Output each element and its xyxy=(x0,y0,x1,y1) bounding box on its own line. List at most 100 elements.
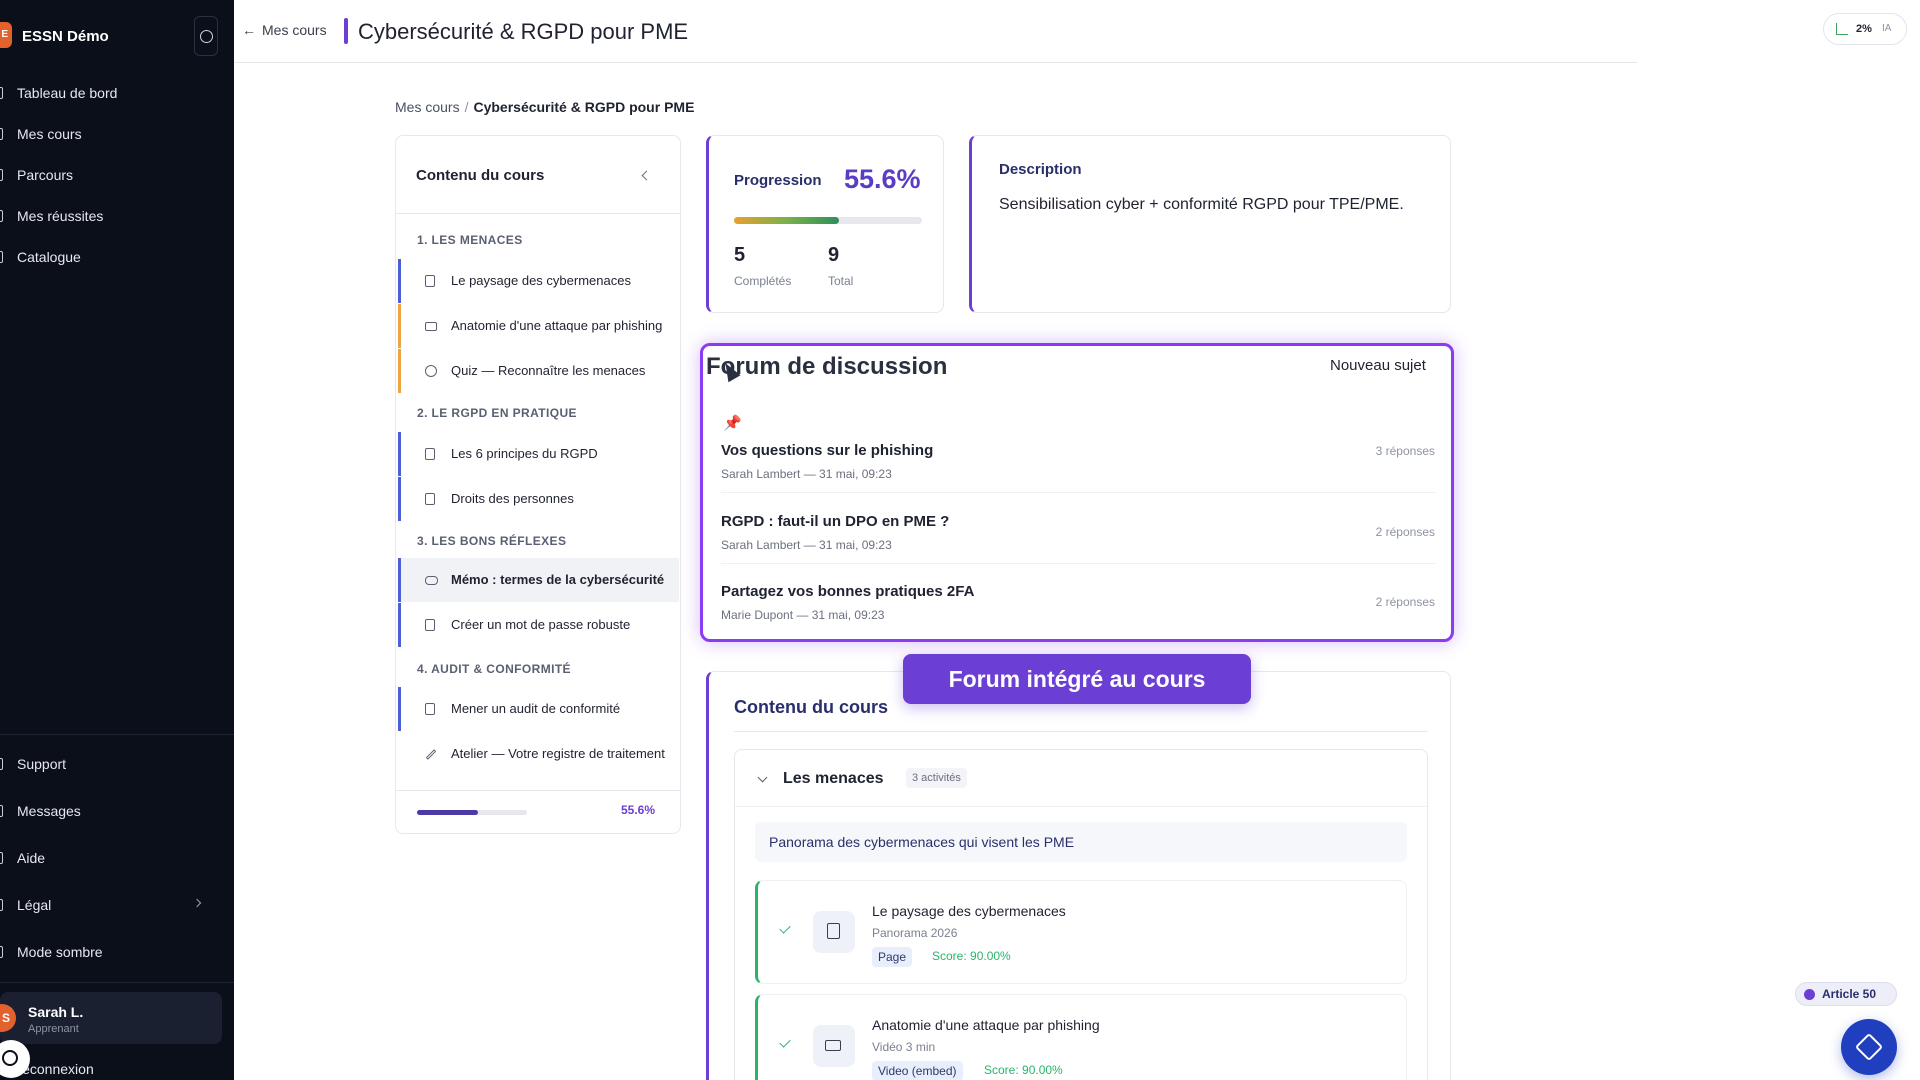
sidebar-item-support[interactable]: Support xyxy=(0,751,220,777)
forum-topic[interactable]: Partagez vos bonnes pratiques 2FA Marie … xyxy=(721,583,1435,653)
course-outline-title: Contenu du cours xyxy=(416,167,545,184)
sidebar-item-label: Support xyxy=(17,756,67,772)
completed-count: 5 xyxy=(734,244,746,266)
progress-bar-fill xyxy=(734,217,839,224)
ai-usage-badge[interactable]: 2% IA xyxy=(1823,13,1907,45)
outline-item[interactable]: Créer un mot de passe robuste xyxy=(398,603,679,647)
sidebar-divider xyxy=(0,734,234,735)
topic-title: RGPD : faut-il un DPO en PME ? xyxy=(721,513,950,530)
ai-assistant-button[interactable] xyxy=(1841,1019,1897,1075)
quiz-icon xyxy=(425,365,437,377)
sidebar-item-messages[interactable]: Messages xyxy=(0,798,220,824)
video-icon xyxy=(825,1040,841,1051)
sidebar-item-paths[interactable]: Parcours xyxy=(0,162,220,188)
sidebar-item-label: Légal xyxy=(17,897,52,913)
module-title: Les menaces xyxy=(783,770,884,787)
toggle-icon xyxy=(200,30,213,43)
chevron-down-icon xyxy=(757,772,768,783)
article-50-badge[interactable]: Article 50 xyxy=(1795,982,1897,1006)
title-accent-bar xyxy=(344,18,348,44)
description-text: Sensibilisation cyber + conformité RGPD … xyxy=(999,196,1404,213)
topic-meta: Marie Dupont — 31 mai, 09:23 xyxy=(721,608,885,622)
progress-card: Progression 55.6% 5 Complétés 9 Total xyxy=(706,135,944,313)
arrow-left-icon: ← xyxy=(242,22,256,38)
sidebar-item-legal[interactable]: Légal xyxy=(0,892,220,918)
sidebar-item-my-courses[interactable]: Mes cours xyxy=(0,121,220,147)
bar-chart-icon xyxy=(1836,23,1848,35)
topic-replies: 2 réponses xyxy=(1375,595,1435,609)
outline-item[interactable]: Anatomie d'une attaque par phishing xyxy=(398,304,679,348)
forum-topic[interactable]: RGPD : faut-il un DPO en PME ? Sarah Lam… xyxy=(721,513,1435,583)
forum-topic[interactable]: Vos questions sur le phishing Sarah Lamb… xyxy=(721,442,1435,512)
topic-divider xyxy=(721,563,1435,564)
sidebar-item-label: Catalogue xyxy=(17,249,81,265)
collapse-chevron-icon[interactable] xyxy=(641,170,652,181)
back-link-label: Mes cours xyxy=(262,22,327,38)
accessibility-icon xyxy=(2,1050,18,1066)
forum-title: Forum de discussion xyxy=(706,353,948,380)
outline-footer-divider xyxy=(396,790,680,791)
outline-item[interactable]: Quiz — Reconnaître les menaces xyxy=(398,349,679,393)
discussion-forum-card: Forum de discussion Nouveau sujet 📌 Vos … xyxy=(700,343,1454,642)
sidebar-item-catalog[interactable]: Catalogue xyxy=(0,244,220,270)
topic-replies: 2 réponses xyxy=(1375,525,1435,539)
total-count: 9 xyxy=(828,244,840,266)
chevron-right-icon xyxy=(192,898,202,908)
sidebar-item-dashboard[interactable]: Tableau de bord xyxy=(0,80,220,106)
sidebar-divider xyxy=(0,982,234,983)
section-heading: 1. LES MENACES xyxy=(417,233,523,247)
description-title: Description xyxy=(999,161,1082,178)
pencil-icon xyxy=(425,749,437,760)
sidebar-item-label: Mode sombre xyxy=(17,944,103,960)
outline-item-label: Le paysage des cybermenaces xyxy=(451,273,631,288)
back-to-courses-link[interactable]: ← Mes cours xyxy=(242,22,327,38)
page-icon xyxy=(425,275,435,287)
completed-label: Complétés xyxy=(734,274,792,288)
check-icon xyxy=(779,1036,791,1048)
section-heading: 2. LE RGPD EN PRATIQUE xyxy=(417,406,577,420)
module-accordion: Les menaces 3 activités Panorama des cyb… xyxy=(734,749,1428,1080)
ai-usage-percent: 2% xyxy=(1856,23,1872,35)
outline-item-label: Les 6 principes du RGPD xyxy=(451,446,598,461)
module-description: Panorama des cybermenaces qui visent les… xyxy=(755,822,1407,862)
ai-dot-icon xyxy=(1804,989,1815,1000)
breadcrumb-parent[interactable]: Mes cours xyxy=(395,99,460,115)
activity-score: Score: 90.00% xyxy=(984,1063,1063,1077)
sidebar-item-help[interactable]: Aide xyxy=(0,845,220,871)
check-icon xyxy=(779,922,791,934)
outline-item[interactable]: Les 6 principes du RGPD xyxy=(398,432,679,476)
ai-usage-label: IA xyxy=(1882,23,1892,34)
activity-card[interactable]: Le paysage des cybermenaces Panorama 202… xyxy=(755,880,1407,984)
outline-item[interactable]: Atelier — Votre registre de traitement xyxy=(398,732,679,776)
activity-icon-box xyxy=(813,911,855,953)
outline-item[interactable]: Droits des personnes xyxy=(398,477,679,521)
dashboard-icon xyxy=(0,87,3,99)
course-contents-card: Contenu du cours Les menaces 3 activités… xyxy=(706,671,1451,1080)
sidebar-item-achievements[interactable]: Mes réussites xyxy=(0,203,220,229)
outline-item-active[interactable]: Mémo : termes de la cybersécurité xyxy=(398,558,679,602)
support-icon xyxy=(0,758,3,770)
sidebar-toggle-button[interactable] xyxy=(194,16,218,56)
brand[interactable]: E ESSN Démo xyxy=(0,16,234,56)
logout-button[interactable]: Déconnexion xyxy=(0,1056,220,1080)
outline-item[interactable]: Le paysage des cybermenaces xyxy=(398,259,679,303)
sidebar-item-label: Aide xyxy=(17,850,46,866)
outline-item[interactable]: Mener un audit de conformité xyxy=(398,687,679,731)
forum-highlight-label: Forum intégré au cours xyxy=(903,654,1251,704)
breadcrumb-separator: / xyxy=(464,99,469,115)
new-topic-button[interactable]: Nouveau sujet xyxy=(1330,357,1426,374)
breadcrumb: Mes cours / Cybersécurité & RGPD pour PME xyxy=(395,99,694,115)
topic-meta: Sarah Lambert — 31 mai, 09:23 xyxy=(721,538,892,552)
page-title: Cybersécurité & RGPD pour PME xyxy=(358,19,689,44)
topic-title: Partagez vos bonnes pratiques 2FA xyxy=(721,583,975,600)
sidebar: E ESSN Démo Tableau de bord Mes cours Pa… xyxy=(0,0,234,1080)
page-icon xyxy=(425,619,435,631)
activity-card[interactable]: Anatomie d'une attaque par phishing Vidé… xyxy=(755,994,1407,1080)
brand-name: ESSN Démo xyxy=(22,28,109,45)
activity-title: Le paysage des cybermenaces xyxy=(872,903,1066,919)
user-card[interactable]: S Sarah L. Apprenant xyxy=(0,992,222,1044)
sidebar-item-dark-mode[interactable]: Mode sombre xyxy=(0,939,220,965)
sidebar-item-label: Mes réussites xyxy=(17,208,104,224)
course-contents-title: Contenu du cours xyxy=(734,697,888,717)
course-outline-header: Contenu du cours xyxy=(396,136,680,214)
